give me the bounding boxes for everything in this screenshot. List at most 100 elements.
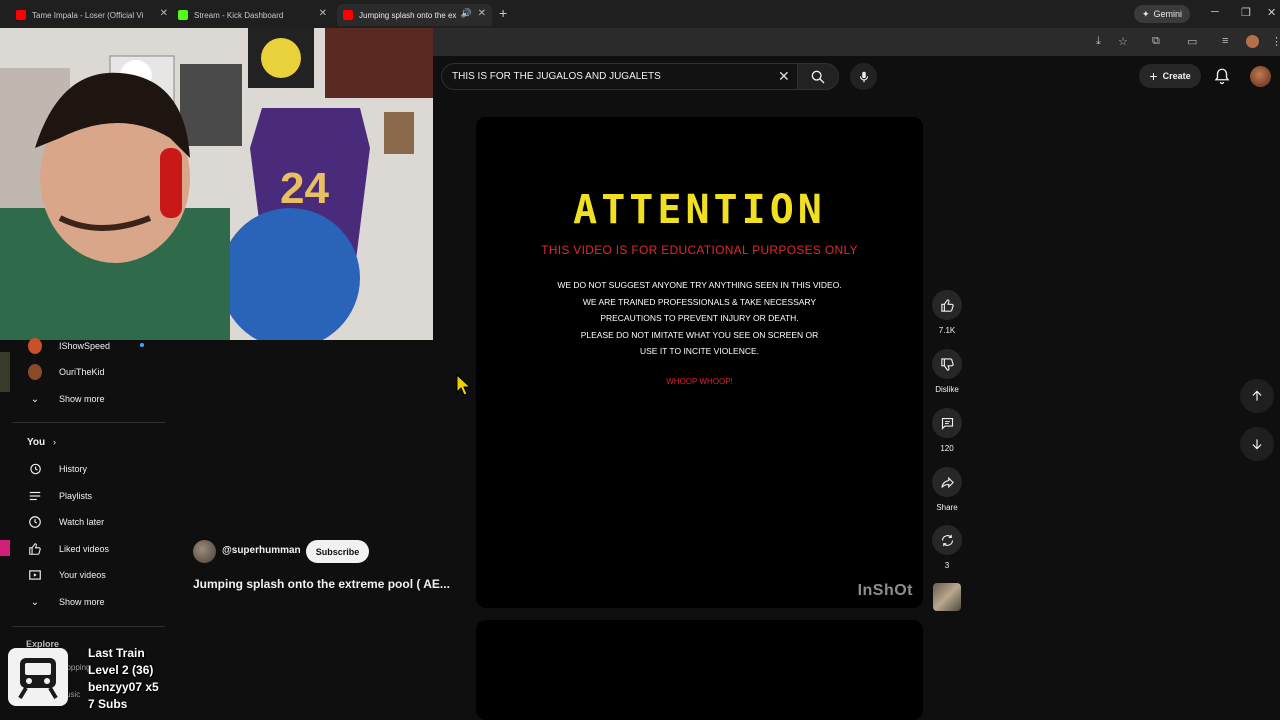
thumbs-down-icon[interactable] <box>932 349 962 379</box>
search-input[interactable]: THIS IS FOR THE JUGALOS AND JUGALETS <box>441 63 797 90</box>
divider <box>12 422 165 423</box>
cast-icon[interactable]: ▭ <box>1187 35 1197 48</box>
channel-name[interactable]: @superhumman <box>222 545 301 556</box>
chevron-down-icon: ⌄ <box>30 596 40 608</box>
sidebar-show-more-you[interactable]: ⌄ Show more <box>0 589 165 615</box>
browser-profile-avatar[interactable] <box>1246 35 1259 48</box>
share-button[interactable]: Share <box>930 467 964 512</box>
sidebar-item-label: OuriTheKid <box>59 367 105 377</box>
subscribe-button[interactable]: Subscribe <box>306 540 369 563</box>
close-tab-icon[interactable]: ✕ <box>478 8 486 19</box>
speaker-icon[interactable]: 🔊 <box>461 8 472 19</box>
webcam-overlay: 24 <box>0 28 433 340</box>
search-button[interactable] <box>797 63 839 90</box>
gemini-button[interactable]: ✦ Gemini <box>1134 5 1191 23</box>
watch-later-icon <box>28 515 42 529</box>
previous-short-button[interactable] <box>1240 379 1274 413</box>
attention-subtitle: THIS VIDEO IS FOR EDUCATIONAL PURPOSES O… <box>541 243 858 257</box>
sidebar-item-label: Show more <box>59 394 105 404</box>
close-tab-icon[interactable]: ✕ <box>160 8 168 19</box>
video-title[interactable]: Jumping splash onto the extreme pool ( A… <box>193 577 450 591</box>
like-count: 7.1K <box>938 326 956 335</box>
bell-icon <box>1214 68 1230 85</box>
create-button[interactable]: + Create <box>1139 64 1201 88</box>
sidebar-item-label: Playlists <box>59 491 93 501</box>
sidebar-item-music[interactable]: usic <box>66 690 80 699</box>
like-button[interactable]: 7.1K <box>930 290 964 335</box>
your-videos-icon <box>28 568 42 582</box>
tab-tame-impala[interactable]: Tame Impala - Loser (Official Vi ✕ <box>16 4 174 26</box>
left-edge-clip <box>0 352 10 392</box>
channel-avatar[interactable] <box>193 540 216 563</box>
remix-icon[interactable] <box>932 525 962 555</box>
sidebar-item-ishowspeed[interactable]: IShowSpeed <box>0 333 165 359</box>
attention-title: ATTENTION <box>573 187 826 233</box>
sidebar-item-history[interactable]: History <box>0 456 165 482</box>
sidebar-item-label: Liked videos <box>59 544 110 554</box>
sidebar-item-label: Your videos <box>59 570 106 580</box>
clear-search-icon[interactable]: ✕ <box>778 68 790 85</box>
sidebar-item-label: Watch later <box>59 517 105 527</box>
sidebar-item-watch-later[interactable]: Watch later <box>0 509 165 535</box>
next-short-button[interactable] <box>1240 427 1274 461</box>
bookmark-star-icon[interactable]: ☆ <box>1118 35 1128 48</box>
comments-button[interactable]: 120 <box>930 408 964 453</box>
sidebar-item-playlists[interactable]: Playlists <box>0 483 165 509</box>
remix-button[interactable]: 3 <box>930 525 964 570</box>
attention-line: PLEASE DO NOT IMITATE WHAT YOU SEE ON SC… <box>580 329 819 340</box>
sparkle-icon: ✦ <box>1142 8 1150 19</box>
chevron-right-icon: › <box>53 437 56 447</box>
tab-jumping-splash[interactable]: Jumping splash onto the ex 🔊 ✕ <box>337 4 492 26</box>
remix-count: 3 <box>944 561 950 570</box>
dislike-label: Dislike <box>935 385 959 394</box>
sidebar-item-ourithekid[interactable]: OuriTheKid <box>0 359 165 385</box>
sidebar-you-header[interactable]: You › <box>0 429 165 455</box>
comment-count: 120 <box>940 444 954 453</box>
restore-icon[interactable]: ❐ <box>1241 6 1251 19</box>
sidebar-show-more-subscriptions[interactable]: ⌄ Show more <box>0 386 165 412</box>
sidebar-item-liked-videos[interactable]: Liked videos <box>0 536 165 562</box>
thumbs-up-icon <box>28 542 42 556</box>
arrow-up-icon <box>1252 390 1262 401</box>
minimize-icon[interactable]: ─ <box>1211 6 1219 18</box>
media-control-icon[interactable]: ≡ <box>1222 35 1228 47</box>
tab-title: Tame Impala - Loser (Official Vi <box>32 10 144 20</box>
thumbs-up-icon[interactable] <box>932 290 962 320</box>
share-icon[interactable] <box>932 467 962 497</box>
whoop-text: WHOOP WHOOP! <box>666 377 733 386</box>
sidebar-item-your-videos[interactable]: Your videos <box>0 562 165 588</box>
channel-avatar <box>28 364 42 380</box>
shorts-video-player[interactable]: ATTENTION THIS VIDEO IS FOR EDUCATIONAL … <box>476 117 923 608</box>
attention-line: PRECAUTIONS TO PREVENT INJURY OR DEATH. <box>600 313 799 323</box>
attention-line: WE DO NOT SUGGEST ANYONE TRY ANYTHING SE… <box>557 280 842 290</box>
attention-line: WE ARE TRAINED PROFESSIONALS & TAKE NECE… <box>582 296 817 307</box>
voice-search-button[interactable] <box>850 63 877 90</box>
gemini-label: Gemini <box>1153 9 1183 19</box>
dislike-button[interactable]: Dislike <box>930 349 964 394</box>
extensions-icon[interactable]: ⧉ <box>1152 35 1160 48</box>
alert-subs: 7 Subs <box>88 697 128 711</box>
chevron-down-icon: ⌄ <box>30 393 40 405</box>
divider <box>12 626 165 627</box>
playlists-icon <box>28 489 42 503</box>
tab-kick-dashboard[interactable]: Stream - Kick Dashboard ✕ <box>178 4 333 26</box>
install-app-icon[interactable]: ⤓ <box>1096 35 1101 48</box>
attention-line: USE IT TO INCITE VIOLENCE. <box>639 346 760 356</box>
comment-icon[interactable] <box>932 408 962 438</box>
left-edge-clip <box>0 540 10 556</box>
attention-body: WE DO NOT SUGGEST ANYONE TRY ANYTHING SE… <box>476 277 923 360</box>
live-dot-icon <box>140 343 144 347</box>
close-tab-icon[interactable]: ✕ <box>319 8 327 19</box>
next-short-preview[interactable] <box>476 620 923 720</box>
close-window-icon[interactable]: ✕ <box>1267 6 1276 19</box>
new-tab-button[interactable]: + <box>499 5 507 21</box>
train-icon <box>8 648 68 706</box>
microphone-icon <box>859 71 868 82</box>
alert-title: Last Train <box>88 646 145 660</box>
search-query-text: THIS IS FOR THE JUGALOS AND JUGALETS <box>452 71 661 82</box>
notifications-button[interactable] <box>1213 67 1231 90</box>
account-avatar[interactable] <box>1250 66 1271 87</box>
sound-thumbnail[interactable] <box>933 583 961 611</box>
inshot-watermark: InShOt <box>857 582 913 599</box>
browser-menu-icon[interactable]: ⋮ <box>1271 35 1280 48</box>
